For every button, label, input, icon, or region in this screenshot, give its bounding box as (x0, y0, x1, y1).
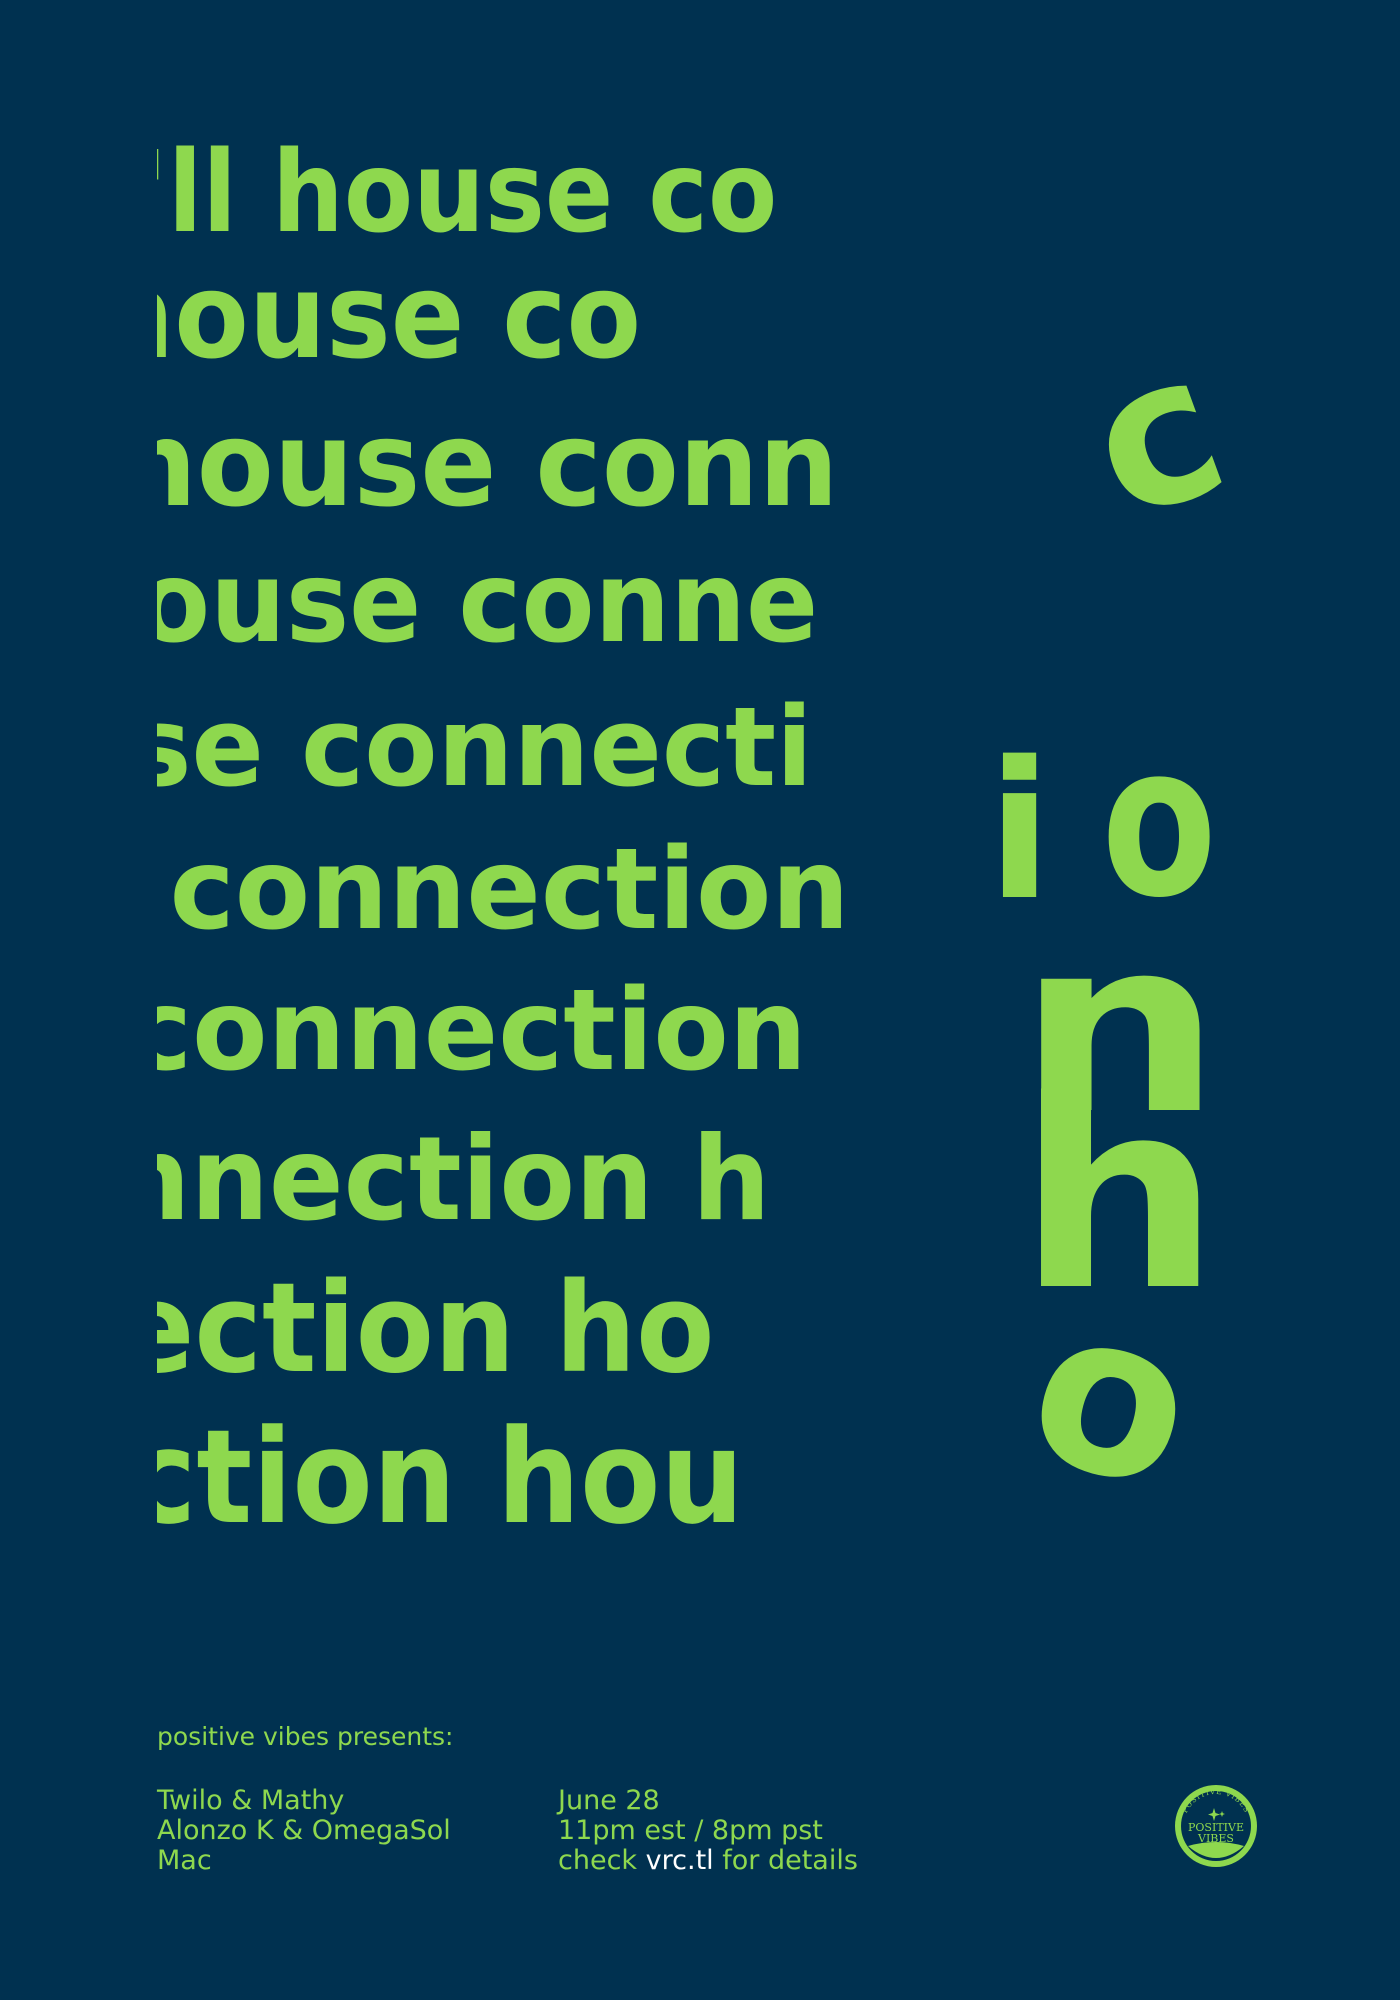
event-details: check vrc.tl for details (558, 1846, 858, 1876)
event-date: June 28 (558, 1785, 660, 1816)
artist-name: Twilo & Mathy (157, 1785, 345, 1816)
artist-lineup: Twilo & Mathy Alonzo K & OmegaSol Mac (157, 1786, 451, 1876)
positive-vibes-logo: POSITIVE VIBES POSITIVE VIBES (1170, 1780, 1262, 1872)
presenter-intro: positive vibes presents: (157, 1722, 454, 1751)
art-line: house co (157, 247, 642, 385)
art-line: house conn (157, 395, 839, 533)
art-line: ouse conne (157, 538, 819, 668)
art-line: connection (157, 966, 807, 1096)
art-glyph-c: c (1060, 306, 1252, 567)
artist-name: Alonzo K & OmegaSol (157, 1815, 451, 1846)
warped-typography-art: 'll house co house co house conn ouse co… (157, 137, 1257, 1620)
art-line: nnection h (157, 1112, 771, 1247)
art-line: ction hou (157, 1401, 744, 1553)
art-line: 'll house co (157, 137, 778, 258)
art-line: ection ho (157, 1257, 715, 1401)
artist-name: Mac (157, 1845, 212, 1876)
art-line: use connecti (157, 683, 813, 811)
details-link[interactable]: vrc.tl (646, 1845, 714, 1876)
event-time: 11pm est / 8pm pst (558, 1815, 823, 1846)
details-prefix: check (558, 1845, 638, 1876)
art-line: e connection (157, 825, 850, 955)
event-info: June 28 11pm est / 8pm pst check vrc.tl … (558, 1786, 858, 1876)
details-suffix: for details (722, 1845, 858, 1876)
